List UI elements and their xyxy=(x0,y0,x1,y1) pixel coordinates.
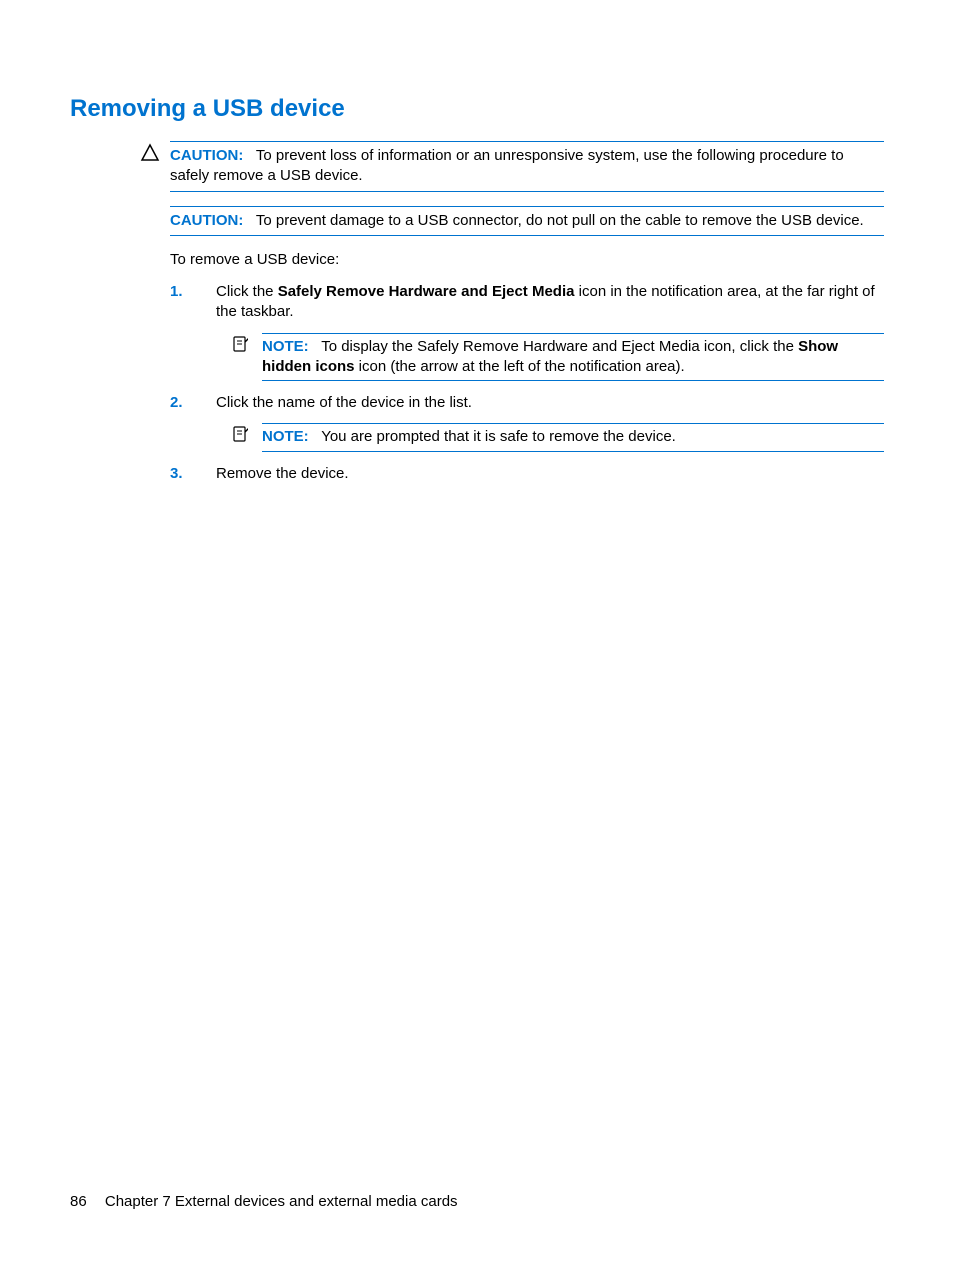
note-label: NOTE: xyxy=(262,338,309,355)
step-text: Remove the device. xyxy=(216,465,349,482)
intro-paragraph: To remove a USB device: xyxy=(170,250,884,270)
caution-icon xyxy=(140,143,160,163)
step-text: Click the xyxy=(216,283,278,300)
chapter-title: Chapter 7 External devices and external … xyxy=(105,1193,458,1210)
page-number: 86 xyxy=(70,1193,87,1210)
note-icon xyxy=(232,335,250,353)
step-bold: Safely Remove Hardware and Eject Media xyxy=(278,283,575,300)
note-block: NOTE: You are prompted that it is safe t… xyxy=(232,423,884,451)
caution-block-1: CAUTION: To prevent loss of information … xyxy=(140,141,884,192)
note-text: icon (the arrow at the left of the notif… xyxy=(355,358,685,375)
note-text: You are prompted that it is safe to remo… xyxy=(321,428,676,445)
caution-text: To prevent loss of information or an unr… xyxy=(170,147,844,184)
note-icon xyxy=(232,425,250,443)
caution-label: CAUTION: xyxy=(170,147,243,164)
step-number: 2. xyxy=(170,393,183,413)
step-3: 3. Remove the device. xyxy=(170,464,884,484)
step-number: 1. xyxy=(170,282,183,302)
step-text: Click the name of the device in the list… xyxy=(216,394,472,411)
page-title: Removing a USB device xyxy=(70,95,884,123)
caution-label: CAUTION: xyxy=(170,212,243,229)
note-block: NOTE: To display the Safely Remove Hardw… xyxy=(232,333,884,382)
caution-text: To prevent damage to a USB connector, do… xyxy=(256,212,864,229)
page-footer: 86 Chapter 7 External devices and extern… xyxy=(70,1193,458,1210)
step-2: 2. Click the name of the device in the l… xyxy=(170,393,884,452)
caution-block-2: CAUTION: To prevent damage to a USB conn… xyxy=(140,206,884,236)
step-number: 3. xyxy=(170,464,183,484)
step-1: 1. Click the Safely Remove Hardware and … xyxy=(170,282,884,381)
note-label: NOTE: xyxy=(262,428,309,445)
note-text: To display the Safely Remove Hardware an… xyxy=(321,338,798,355)
steps-list: 1. Click the Safely Remove Hardware and … xyxy=(170,282,884,484)
